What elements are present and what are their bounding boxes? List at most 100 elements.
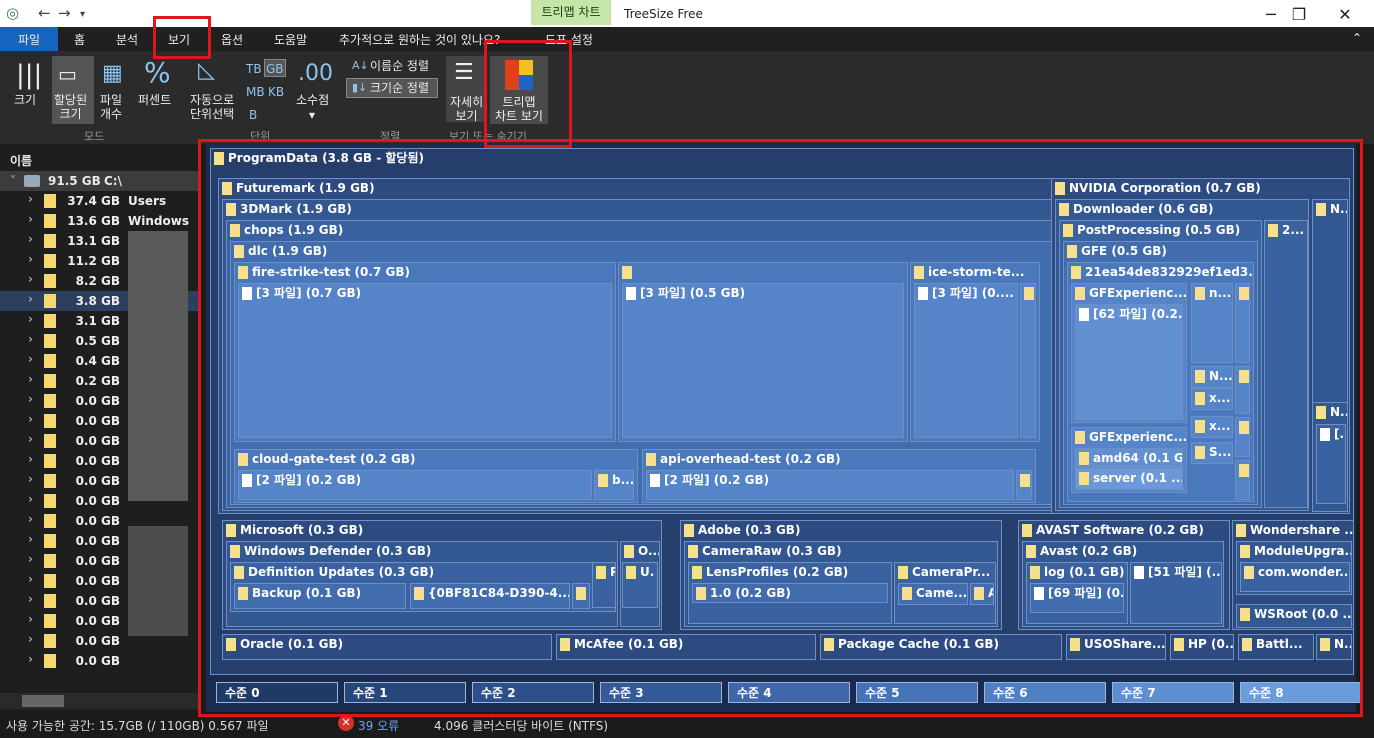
free-space-status: 사용 가능한 공간: 15.7GB (/ 110GB) 0.567 파일 [6,719,269,733]
unit-tb[interactable]: TB [246,62,262,76]
folder-icon [44,394,56,408]
folder-icon [44,534,56,548]
chevron-right-icon[interactable]: › [28,612,33,626]
expand-icon[interactable]: ˅ [10,174,16,188]
chevron-right-icon[interactable]: › [28,572,33,586]
folder-icon [44,194,56,208]
menu-home[interactable]: 홈 [74,31,85,48]
tree-row[interactable]: › 37.4 GB Users [0,191,198,211]
folder-icon [44,574,56,588]
unit-b[interactable]: B [249,108,257,122]
detail-view-icon: ☰ [454,60,474,85]
sort-name-button[interactable]: 이름순 정렬 [370,59,429,73]
folder-icon [44,354,56,368]
highlight-treemap-area [198,139,1363,717]
file-count-button[interactable]: 파일 개수 [100,93,122,121]
folder-icon [44,474,56,488]
chevron-right-icon[interactable]: › [28,492,33,506]
customize-icon[interactable]: ▾ [80,9,85,20]
folder-tree: 이름 ˅ 91.5 GB C:\ › 37.4 GB Users › 13.6 GB Wi… [0,146,198,711]
sort-name-icon: A↓ [352,59,369,72]
folder-icon [44,234,56,248]
folder-icon [44,614,56,628]
chevron-right-icon[interactable]: › [28,332,33,346]
row-name: Windows [128,214,189,228]
row-size: 0.0 GB [75,654,120,668]
chevron-right-icon[interactable]: › [28,532,33,546]
back-icon[interactable]: ← [38,4,51,22]
chevron-right-icon[interactable]: › [28,292,33,306]
chevron-right-icon[interactable]: › [28,412,33,426]
row-size: 0.0 GB [75,594,120,608]
menu-file[interactable]: 파일 [18,31,40,48]
collapse-ribbon-icon[interactable]: ⌃ [1352,31,1362,45]
forward-icon[interactable]: → [58,4,71,22]
decimal-button[interactable]: 소수점 [296,93,329,107]
folder-icon [44,414,56,428]
chevron-right-icon[interactable]: › [28,272,33,286]
chevron-right-icon[interactable]: › [28,652,33,666]
size-mode-icon[interactable]: ||| [16,62,42,88]
chevron-right-icon[interactable]: › [28,252,33,266]
size-mode-button[interactable]: 크기 [14,93,36,107]
error-count-link[interactable]: 39 오류 [358,717,399,734]
folder-icon [44,494,56,508]
auto-unit-button[interactable]: 자동으로 단위선택 [190,93,234,121]
folder-icon [44,654,56,668]
folder-icon [44,514,56,528]
detail-view-button[interactable]: 자세히 보기 [450,95,483,123]
chevron-right-icon[interactable]: › [28,512,33,526]
highlight-treemap-button [484,40,572,148]
alloc-size-button[interactable]: 할당된 크기 [54,93,87,121]
menu-help[interactable]: 도움말 [274,31,307,48]
chevron-right-icon[interactable]: › [28,232,33,246]
unit-gb[interactable]: GB [266,62,284,76]
row-size: 0.0 GB [75,554,120,568]
percent-button[interactable]: 퍼센트 [138,93,171,107]
name-column-header[interactable]: 이름 [10,152,32,169]
app-icon: ◎ [6,4,20,22]
cluster-status: 4.096 클러스터당 바이트 (NTFS) [434,719,609,733]
chevron-down-icon[interactable]: ▾ [309,108,315,122]
sort-size-button[interactable]: 크기순 정렬 [370,81,429,95]
maximize-button[interactable]: ❐ [1276,0,1322,30]
chevron-right-icon[interactable]: › [28,372,33,386]
folder-icon [44,594,56,608]
percent-icon: % [144,56,171,89]
tree-row[interactable]: › 13.6 GB Windows [0,211,198,231]
chevron-right-icon[interactable]: › [28,552,33,566]
close-button[interactable]: ✕ [1322,0,1368,30]
folder-icon [44,554,56,568]
chevron-right-icon[interactable]: › [28,312,33,326]
unit-kb[interactable]: KB [268,85,284,99]
chevron-right-icon[interactable]: › [28,212,33,226]
row-size: 0.0 GB [75,614,120,628]
row-size: 0.0 GB [75,414,120,428]
chevron-right-icon[interactable]: › [28,472,33,486]
row-size: 0.0 GB [75,394,120,408]
row-size: 0.0 GB [75,494,120,508]
folder-icon [44,374,56,388]
chevron-right-icon[interactable]: › [28,452,33,466]
chevron-right-icon[interactable]: › [28,192,33,206]
sort-size-icon: ▮↓ [352,81,368,94]
row-size: 0.5 GB [75,334,120,348]
app-title: TreeSize Free [624,7,703,21]
folder-icon [44,314,56,328]
chevron-right-icon[interactable]: › [28,592,33,606]
chevron-right-icon[interactable]: › [28,352,33,366]
menu-tell-me[interactable]: 추가적으로 원하는 것이 있나요? [339,31,500,48]
row-size: 13.6 GB [67,214,120,228]
row-size: 11.2 GB [67,254,120,268]
chevron-right-icon[interactable]: › [28,432,33,446]
row-size: 0.0 GB [75,574,120,588]
chevron-right-icon[interactable]: › [28,632,33,646]
tree-row[interactable]: › 0.0 GB [0,651,198,671]
menu-options[interactable]: 옵션 [221,31,243,48]
row-size: 0.2 GB [75,374,120,388]
unit-mb[interactable]: MB [246,85,265,99]
group-mode-label: 모드 [84,130,105,143]
folder-icon [44,294,56,308]
menu-analyze[interactable]: 분석 [116,31,138,48]
chevron-right-icon[interactable]: › [28,392,33,406]
